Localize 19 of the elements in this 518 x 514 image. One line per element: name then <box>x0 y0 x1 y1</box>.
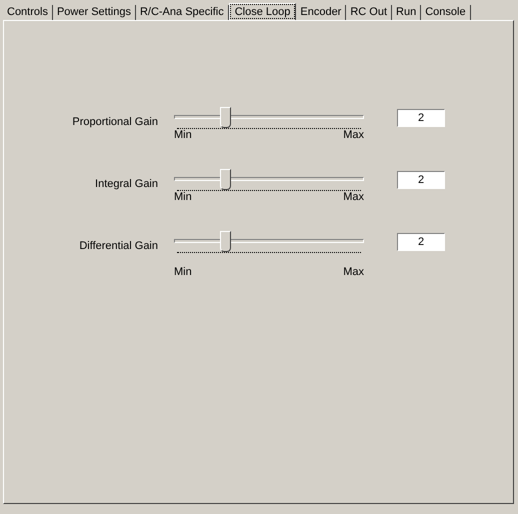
max-label: Max <box>343 266 364 278</box>
slider-label: Differential Gain <box>78 239 158 252</box>
slider-track[interactable] <box>174 169 364 190</box>
tab[interactable]: Close Loop <box>228 3 296 20</box>
max-label: Max <box>343 129 364 141</box>
slider-thumb[interactable] <box>220 231 232 252</box>
min-label: Min <box>174 191 192 203</box>
max-label: Max <box>343 191 364 203</box>
slider-track[interactable] <box>174 231 364 252</box>
slider-track[interactable] <box>174 107 364 128</box>
slider-thumb[interactable] <box>220 169 232 190</box>
min-label: Min <box>174 266 192 278</box>
value-field[interactable]: 2 <box>397 171 445 189</box>
value-field[interactable]: 2 <box>397 109 445 127</box>
slider-label: Proportional Gain <box>71 115 158 128</box>
slider-label: Integral Gain <box>94 177 158 190</box>
min-label: Min <box>174 129 192 141</box>
slider-thumb[interactable] <box>220 107 232 128</box>
value-field[interactable]: 2 <box>397 233 445 251</box>
